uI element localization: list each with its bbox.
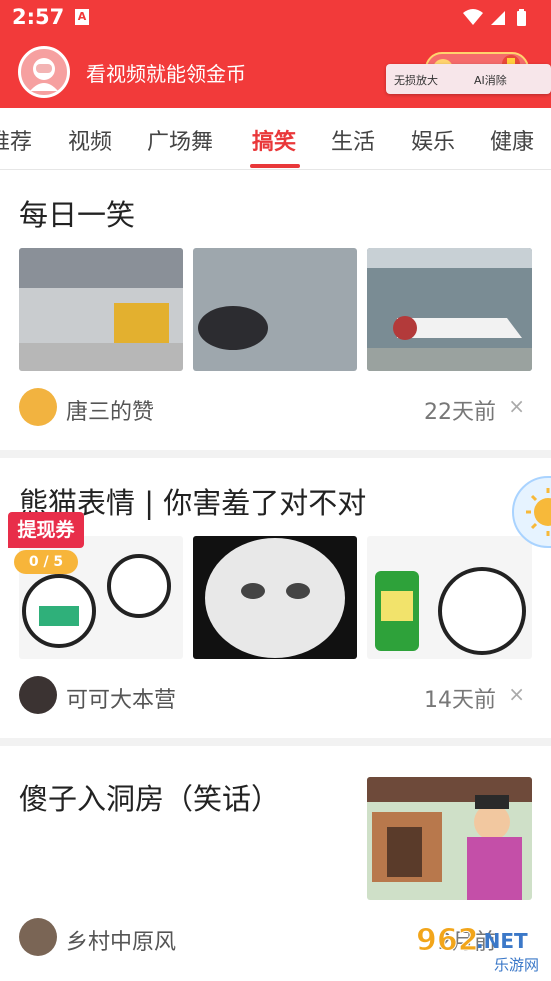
- author-name[interactable]: 唐三的赞: [66, 394, 154, 426]
- category-tabs: 推荐 视频 广场舞 搞笑 生活 娱乐 健康: [0, 108, 551, 170]
- promo-upscale[interactable]: 无损放大: [394, 72, 438, 88]
- promo-banner[interactable]: 无损放大 AI消除: [386, 64, 551, 94]
- svg-text:.NET: .NET: [476, 929, 528, 953]
- wifi-icon: [463, 9, 483, 25]
- tab-life[interactable]: 生活: [331, 124, 375, 156]
- sim-icon: A: [75, 9, 89, 25]
- user-avatar[interactable]: [18, 46, 70, 98]
- post-thumbnail[interactable]: [367, 777, 532, 900]
- tab-funny[interactable]: 搞笑: [252, 124, 296, 156]
- author-avatar[interactable]: [19, 676, 57, 714]
- svg-text:乐游网: 乐游网: [494, 956, 539, 974]
- withdraw-coupon-label: 提现券: [8, 512, 84, 548]
- post-time: 22天前: [424, 400, 496, 425]
- post-thumbnail[interactable]: [367, 536, 532, 659]
- sun-icon: [526, 488, 551, 536]
- battery-icon: [517, 11, 526, 26]
- withdraw-coupon-badge[interactable]: 提现券 0 / 5: [8, 512, 84, 576]
- tab-entertainment[interactable]: 娱乐: [411, 124, 455, 156]
- post-thumbnail[interactable]: [193, 248, 357, 371]
- clock: 2:57: [12, 5, 65, 29]
- floating-reward-widget[interactable]: [512, 476, 551, 548]
- post-thumbnail[interactable]: [367, 248, 532, 371]
- post-title[interactable]: 傻子入洞房（笑话）: [19, 776, 280, 818]
- status-bar: 2:57 A: [0, 0, 551, 36]
- withdraw-progress: 0 / 5: [14, 550, 78, 574]
- author-name[interactable]: 可可大本营: [66, 682, 176, 714]
- header-title: 看视频就能领金币: [86, 62, 246, 86]
- tab-recommend[interactable]: 推荐: [0, 124, 32, 156]
- dismiss-button[interactable]: ×: [508, 682, 525, 706]
- system-icons: [463, 9, 526, 26]
- dismiss-button[interactable]: ×: [508, 394, 525, 418]
- author-avatar[interactable]: [19, 918, 57, 956]
- tab-health[interactable]: 健康: [490, 124, 534, 156]
- author-avatar[interactable]: [19, 388, 57, 426]
- site-watermark: 962 .NET 乐游网: [412, 918, 548, 975]
- post-thumbnail[interactable]: [193, 536, 357, 659]
- post-time: 14天前: [424, 688, 496, 713]
- watermark-logo: 962 .NET 乐游网: [416, 923, 540, 975]
- post-card[interactable]: 熊猫表情 | 你害羞了对不对 可可大本营 14天前 ×: [0, 458, 551, 738]
- tab-video[interactable]: 视频: [68, 124, 112, 156]
- promo-ai-erase[interactable]: AI消除: [474, 72, 507, 88]
- svg-text:962: 962: [416, 923, 479, 958]
- active-tab-indicator: [250, 164, 300, 168]
- post-title[interactable]: 每日一笑: [19, 192, 135, 234]
- signal-icon: [491, 11, 505, 25]
- app-header: 看视频就能领金币 无损放大 AI消除: [0, 36, 551, 108]
- author-name[interactable]: 乡村中原风: [66, 924, 176, 956]
- post-thumbnail[interactable]: [19, 248, 183, 371]
- tab-square-dance[interactable]: 广场舞: [147, 124, 213, 156]
- post-card[interactable]: 每日一笑 唐三的赞 22天前 ×: [0, 170, 551, 450]
